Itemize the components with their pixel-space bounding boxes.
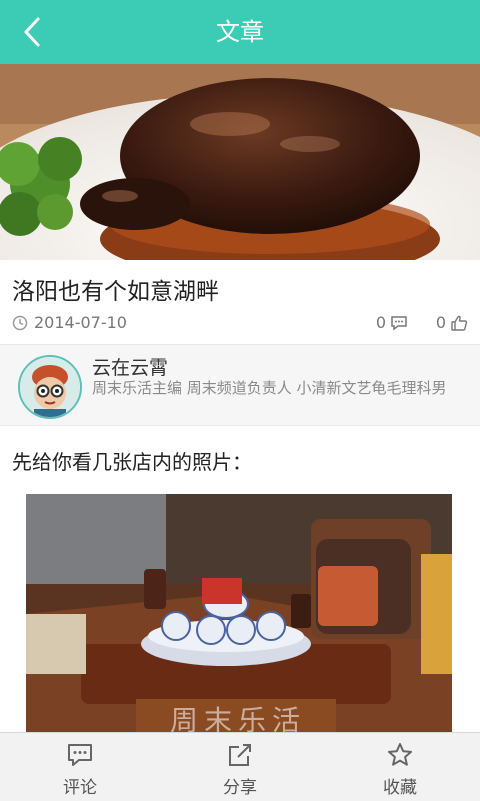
share-tab-label: 分享 — [223, 778, 257, 798]
like-count: 0 — [435, 313, 446, 332]
author-bio: 周末乐活主编 周末频道负责人 小清新文艺龟毛理科男 — [92, 379, 447, 397]
article-photo[interactable]: 周末乐活 — [26, 494, 452, 732]
article-date: 2014-07-10 — [34, 313, 127, 332]
top-bar: 文章 — [0, 0, 480, 64]
author-card[interactable]: 云在云霄 周末乐活主编 周末频道负责人 小清新文艺龟毛理科男 — [0, 344, 480, 426]
comment-tab-label: 评论 — [63, 778, 97, 798]
comment-count-icon — [391, 315, 407, 330]
comment-count-group[interactable]: 0 — [376, 313, 408, 332]
article-intro-text: 先给你看几张店内的照片： — [12, 450, 252, 474]
favorite-tab-label: 收藏 — [383, 778, 417, 798]
author-avatar[interactable] — [18, 355, 82, 419]
comment-count: 0 — [375, 313, 386, 332]
photo-watermark: 周末乐活 — [169, 704, 306, 732]
back-button[interactable] — [14, 14, 54, 50]
page-title: 文章 — [216, 18, 264, 46]
share-tab[interactable]: 分享 — [160, 733, 320, 801]
comment-tab[interactable]: 评论 — [0, 733, 160, 801]
article-meta: 2014-07-10 0 0 — [12, 312, 468, 336]
chevron-left-icon — [24, 17, 40, 47]
hero-image — [0, 64, 480, 260]
author-name: 云在云霄 — [92, 357, 169, 379]
bottom-toolbar: 评论 分享 收藏 — [0, 732, 480, 801]
like-count-group[interactable]: 0 — [436, 313, 468, 332]
thumbs-up-icon — [451, 315, 468, 331]
star-icon — [388, 743, 412, 766]
article-title: 洛阳也有个如意湖畔 — [12, 279, 219, 305]
favorite-tab[interactable]: 收藏 — [320, 733, 480, 801]
comment-icon — [68, 744, 92, 766]
share-icon — [229, 744, 251, 766]
clock-icon — [12, 315, 28, 331]
